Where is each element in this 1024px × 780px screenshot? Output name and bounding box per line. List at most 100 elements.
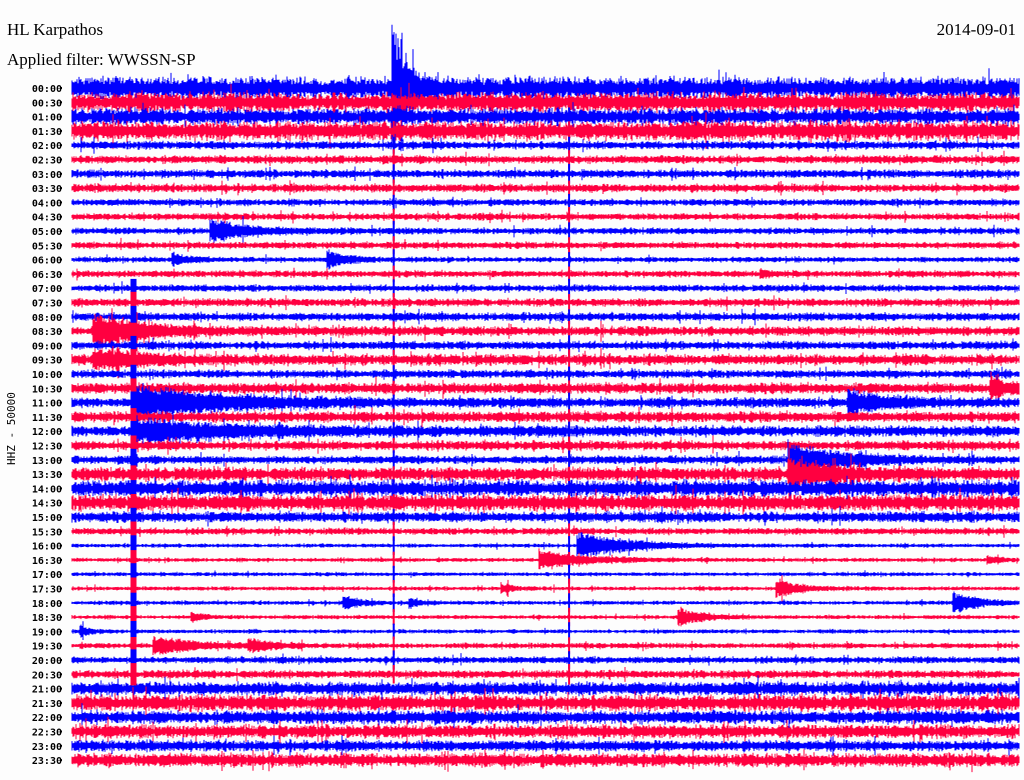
row-tick <box>60 158 62 161</box>
row-time-label: 21:30 <box>32 699 62 710</box>
pulse-mark <box>392 94 395 110</box>
row-time-label: 14:30 <box>32 499 62 510</box>
row-tick <box>60 687 62 690</box>
y-axis-label: HHZ - 50000 <box>5 392 18 465</box>
trace-0800 <box>71 308 1020 326</box>
row-tick <box>60 558 62 561</box>
row-time-label: 04:00 <box>32 198 62 209</box>
row-time-label: 17:30 <box>32 585 62 596</box>
row-time-label: 11:00 <box>32 399 62 410</box>
row-time-label: 18:00 <box>32 599 62 610</box>
pulse-mark <box>568 294 571 311</box>
row-time-label: 20:00 <box>32 656 62 667</box>
trace-1630 <box>71 548 1020 570</box>
row-time-label: 10:30 <box>32 384 62 395</box>
trace-1930 <box>71 636 1020 655</box>
trace-1830 <box>71 606 1020 627</box>
row-tick <box>60 115 62 118</box>
row-tick <box>60 344 62 347</box>
row-time-label: 00:30 <box>32 98 62 109</box>
row-tick <box>60 673 62 676</box>
row-time-label: 13:30 <box>32 470 62 481</box>
row-time-label: 02:30 <box>32 156 62 167</box>
pulse-mark <box>392 365 395 383</box>
row-time-label: 12:00 <box>32 427 62 438</box>
row-tick <box>60 101 62 104</box>
row-tick <box>60 387 62 390</box>
trace-2030 <box>71 667 1020 682</box>
trace-0230 <box>71 150 1020 167</box>
pulse-mark <box>568 664 571 685</box>
pulse-mark <box>392 380 395 396</box>
pulse-mark <box>392 551 395 569</box>
row-tick <box>60 587 62 590</box>
row-tick <box>60 301 62 304</box>
row-tick <box>60 458 62 461</box>
row-time-label: 03:30 <box>32 184 62 195</box>
pulse-mark <box>568 78 571 98</box>
row-tick <box>60 230 62 232</box>
row-tick <box>60 172 62 175</box>
row-tick <box>60 272 62 275</box>
pulse-mark <box>392 79 395 97</box>
row-time-label: 19:30 <box>32 642 62 653</box>
helicorder-chart: HL Karpathos Applied filter: WWSSN-SP 20… <box>0 0 1024 780</box>
row-time-label: 10:00 <box>32 370 62 381</box>
trace-0300 <box>71 166 1020 181</box>
row-time-label: 23:30 <box>32 756 62 767</box>
row-tick <box>60 215 62 218</box>
pulse-mark <box>568 180 571 196</box>
row-time-label: 20:30 <box>32 670 62 681</box>
row-tick <box>60 744 62 747</box>
trace-2000 <box>71 653 1020 666</box>
row-tick <box>60 87 62 89</box>
trace-1530 <box>71 525 1020 538</box>
trace-0600 <box>71 249 1020 270</box>
row-time-label: 08:00 <box>32 313 62 324</box>
trace-1800 <box>71 591 1020 613</box>
trace-0400 <box>71 196 1020 209</box>
row-time-label: 17:00 <box>32 570 62 581</box>
row-time-label: 19:00 <box>32 627 62 638</box>
row-tick <box>60 415 62 418</box>
trace-1000 <box>71 366 1020 381</box>
pulse-mark <box>392 293 395 312</box>
row-tick <box>60 487 62 490</box>
row-time-label: 15:00 <box>32 513 62 524</box>
trace-0330 <box>71 180 1020 196</box>
row-tick <box>60 573 62 576</box>
row-tick <box>60 501 62 504</box>
row-tick <box>60 544 62 547</box>
pulse-mark <box>568 466 571 482</box>
row-tick <box>60 630 62 633</box>
row-tick <box>60 315 62 318</box>
row-time-label: 22:30 <box>32 728 62 739</box>
pulse-mark <box>568 450 571 470</box>
row-tick <box>60 701 62 704</box>
row-time-label: 06:00 <box>32 256 62 267</box>
row-tick <box>60 659 62 661</box>
row-tick <box>60 201 62 204</box>
row-tick <box>60 644 62 647</box>
row-time-label: 00:00 <box>32 84 62 95</box>
row-tick <box>60 187 62 190</box>
row-tick <box>60 401 62 404</box>
pulse-mark <box>568 252 571 267</box>
row-time-label: 22:00 <box>32 713 62 724</box>
pulse-mark <box>392 194 395 211</box>
row-tick <box>60 601 62 604</box>
row-tick <box>60 473 62 476</box>
trace-1700 <box>71 570 1020 578</box>
row-tick <box>60 373 62 375</box>
row-tick <box>60 716 62 719</box>
row-time-label: 13:00 <box>32 456 62 467</box>
pulse-mark <box>392 179 395 197</box>
row-time-label: 06:30 <box>32 270 62 281</box>
row-time-label: 07:30 <box>32 299 62 310</box>
row-tick <box>60 616 62 619</box>
pulse-mark <box>568 508 571 526</box>
trace-0700 <box>71 281 1020 294</box>
row-time-label: 02:00 <box>32 141 62 152</box>
row-tick <box>60 430 62 433</box>
row-time-label: 09:30 <box>32 356 62 367</box>
